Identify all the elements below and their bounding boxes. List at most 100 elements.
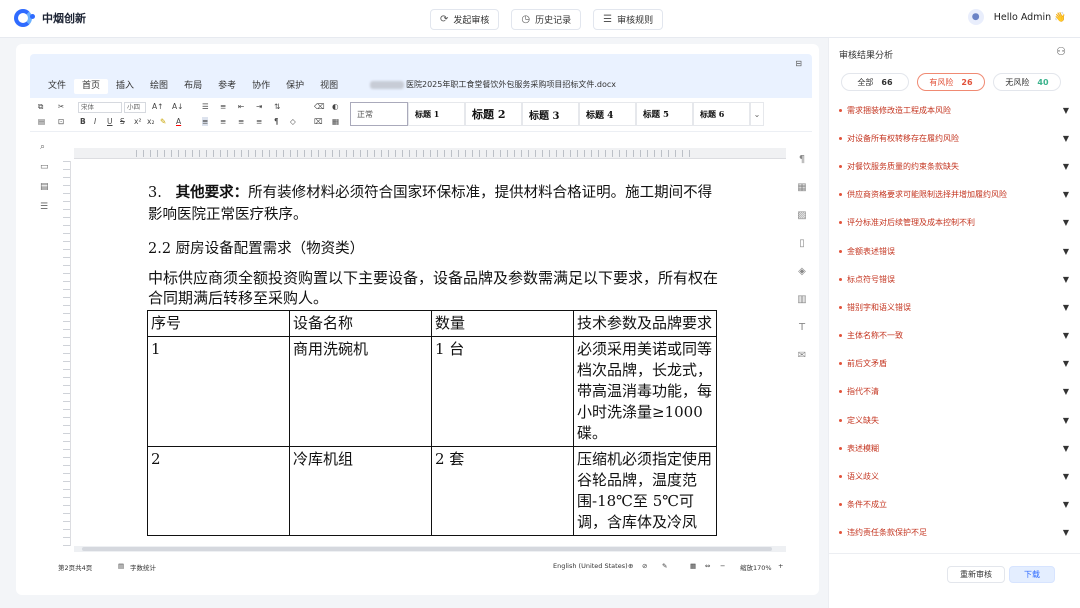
align-left-icon[interactable]: ≡ <box>202 117 209 126</box>
expand-arrow-icon[interactable]: ▼ <box>1063 500 1069 509</box>
scroll-thumb[interactable] <box>82 547 772 551</box>
expand-arrow-icon[interactable]: ▼ <box>1063 247 1069 256</box>
menu-collaborate[interactable]: 协作 <box>244 79 278 94</box>
indent-icon[interactable]: ⇥ <box>256 102 262 111</box>
expand-arrow-icon[interactable]: ▼ <box>1063 106 1069 115</box>
risk-item[interactable]: 供应商资格要求可能限制选择并增加履约风险 ▼ <box>839 181 1069 209</box>
eraser-icon[interactable]: ⌫ <box>314 102 325 111</box>
italic-icon[interactable]: I <box>94 117 96 126</box>
download-button[interactable]: 下载 <box>1009 566 1055 583</box>
menu-file[interactable]: 文件 <box>40 79 74 94</box>
page-icon[interactable]: ▯ <box>792 238 812 249</box>
zoom-out-icon[interactable]: − <box>720 562 725 570</box>
risk-item[interactable]: 定义缺失 ▼ <box>839 406 1069 434</box>
word-count[interactable]: 字数统计 <box>130 562 156 572</box>
clear-format-icon[interactable]: ⌧ <box>314 117 323 126</box>
align-center-icon[interactable]: ≡ <box>220 117 226 126</box>
style-heading-3[interactable]: 标题 3 <box>522 102 579 126</box>
spellcheck-icon[interactable]: ⊘ <box>642 562 647 570</box>
font-size-select[interactable]: 小四 <box>124 102 146 113</box>
shading-icon[interactable]: ◇ <box>290 117 296 126</box>
font-name-select[interactable]: 宋体 <box>78 102 122 113</box>
risk-item[interactable]: 评分标准对后续管理及成本控制不利 ▼ <box>839 209 1069 237</box>
expand-arrow-icon[interactable]: ▼ <box>1063 444 1069 453</box>
menu-layout[interactable]: 布局 <box>176 79 210 94</box>
paste-icon[interactable]: ▤ <box>38 117 45 126</box>
font-color-icon[interactable]: A <box>176 117 181 126</box>
audit-rules-button[interactable]: ☰ 审核规则 <box>593 9 664 30</box>
style-heading-4[interactable]: 标题 4 <box>579 102 636 126</box>
risk-item[interactable]: 金额表述错误 ▼ <box>839 237 1069 265</box>
align-right-icon[interactable]: ≡ <box>238 117 244 126</box>
zoom-level[interactable]: 缩放170% <box>740 562 772 572</box>
style-more-icon[interactable]: ⌄ <box>750 102 764 126</box>
expand-arrow-icon[interactable]: ▼ <box>1063 190 1069 199</box>
user-search-icon[interactable]: ⚇ <box>1056 45 1066 58</box>
layout-icon[interactable]: ▦ <box>690 562 696 570</box>
table-icon[interactable]: ▦ <box>792 182 812 193</box>
menu-view[interactable]: 视图 <box>312 79 346 94</box>
reaudit-button[interactable]: 重新审核 <box>947 566 1005 583</box>
tab-risk[interactable]: 有风险 26 <box>917 73 985 91</box>
outline-icon[interactable]: ☰ <box>40 202 48 212</box>
paragraph-icon[interactable]: ¶ <box>274 117 279 126</box>
shape-icon[interactable]: ◈ <box>792 266 812 277</box>
history-button[interactable]: ◷ 历史记录 <box>511 9 582 30</box>
risk-item[interactable]: 对餐饮服务质量的约束条款缺失 ▼ <box>839 152 1069 180</box>
underline-icon[interactable]: U <box>107 117 113 126</box>
risk-item[interactable]: 错别字和语义错误 ▼ <box>839 293 1069 321</box>
cut-icon[interactable]: ✂ <box>58 102 64 111</box>
bullet-list-icon[interactable]: ☰ <box>202 102 209 111</box>
expand-arrow-icon[interactable]: ▼ <box>1063 134 1069 143</box>
style-normal[interactable]: 正常 <box>350 102 408 126</box>
risk-item[interactable]: 主体名称不一致 ▼ <box>839 322 1069 350</box>
expand-arrow-icon[interactable]: ▼ <box>1063 162 1069 171</box>
avatar[interactable]: ● <box>967 9 984 25</box>
shrink-font-icon[interactable]: A↓ <box>172 102 183 111</box>
style-heading-5[interactable]: 标题 5 <box>636 102 693 126</box>
pinyin-icon[interactable]: ◐ <box>332 102 339 111</box>
style-heading-6[interactable]: 标题 6 <box>693 102 750 126</box>
sort-icon[interactable]: ⇅ <box>274 102 280 111</box>
menu-references[interactable]: 参考 <box>210 79 244 94</box>
number-list-icon[interactable]: ≡ <box>220 102 226 111</box>
menu-insert[interactable]: 插入 <box>108 79 142 94</box>
expand-arrow-icon[interactable]: ▼ <box>1063 303 1069 312</box>
outdent-icon[interactable]: ⇤ <box>238 102 244 111</box>
menu-draw[interactable]: 绘图 <box>142 79 176 94</box>
edit-mode-icon[interactable]: ✎ <box>662 562 667 570</box>
style-heading-1[interactable]: 标题 1 <box>408 102 465 126</box>
highlight-icon[interactable]: ✎ <box>160 117 166 126</box>
mail-icon[interactable]: ✉ <box>792 350 812 361</box>
menu-protect[interactable]: 保护 <box>278 79 312 94</box>
paragraph-mark-icon[interactable]: ¶ <box>792 154 812 165</box>
tab-all[interactable]: 全部 66 <box>841 73 909 91</box>
superscript-icon[interactable]: x² <box>134 117 141 126</box>
expand-arrow-icon[interactable]: ▼ <box>1063 416 1069 425</box>
expand-arrow-icon[interactable]: ▼ <box>1063 275 1069 284</box>
risk-item[interactable]: 指代不清 ▼ <box>839 378 1069 406</box>
style-heading-2[interactable]: 标题 2 <box>465 102 522 126</box>
comment-icon[interactable]: ▭ <box>40 162 49 172</box>
risk-item[interactable]: 表述模糊 ▼ <box>839 434 1069 462</box>
risk-item[interactable]: 对设备所有权转移存在履约风险 ▼ <box>839 124 1069 152</box>
risk-item[interactable]: 前后文矛盾 ▼ <box>839 350 1069 378</box>
user-menu[interactable]: ● Hello Admin 👋 <box>967 9 1066 25</box>
bold-icon[interactable]: B <box>80 117 86 126</box>
grow-font-icon[interactable]: A↑ <box>152 102 163 111</box>
expand-arrow-icon[interactable]: ▼ <box>1063 331 1069 340</box>
horizontal-scrollbar[interactable] <box>74 546 786 552</box>
risk-item[interactable]: 违约责任条款保护不足 ▼ <box>839 519 1069 547</box>
menu-home[interactable]: 首页 <box>74 79 109 94</box>
review-icon[interactable]: ▤ <box>40 182 49 192</box>
chart-icon[interactable]: ▥ <box>792 294 812 305</box>
expand-arrow-icon[interactable]: ▼ <box>1063 472 1069 481</box>
subscript-icon[interactable]: x₂ <box>147 117 154 126</box>
expand-arrow-icon[interactable]: ▼ <box>1063 218 1069 227</box>
tab-no-risk[interactable]: 无风险 40 <box>993 73 1061 91</box>
image-icon[interactable]: ▨ <box>792 210 812 221</box>
horizontal-ruler[interactable] <box>74 148 786 159</box>
expand-arrow-icon[interactable]: ▼ <box>1063 387 1069 396</box>
strikethrough-icon[interactable]: S <box>120 117 125 126</box>
format-painter-icon[interactable]: ⊡ <box>58 117 64 126</box>
